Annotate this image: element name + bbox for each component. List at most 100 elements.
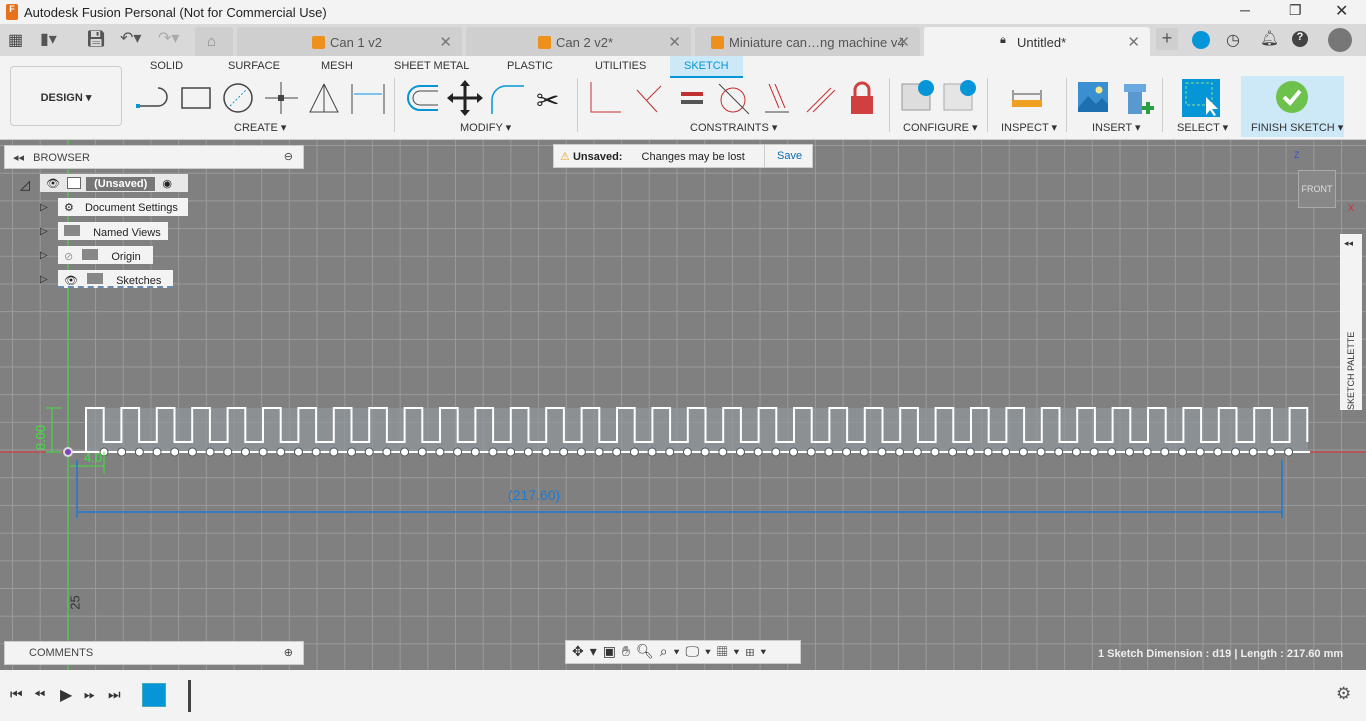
collapse-root-icon[interactable]: ◿ [20, 177, 30, 193]
close-tab-icon[interactable]: ✕ [668, 33, 681, 51]
browser-item-sketches[interactable]: 👁︎ Sketches [58, 270, 173, 288]
create-menu[interactable]: CREATE ▾ [234, 121, 286, 134]
play-icon[interactable]: ▶ [60, 685, 72, 705]
file-menu-icon[interactable]: ▮▾ [40, 29, 57, 49]
collinear-constraint-icon[interactable] [806, 87, 836, 113]
last-step-icon[interactable]: ⏭ [108, 686, 121, 703]
move-tool-icon[interactable] [447, 80, 483, 116]
minimize-button[interactable]: ─ [1240, 2, 1250, 18]
visibility-eye-icon[interactable]: 👁︎ [46, 178, 60, 190]
configure-table-icon[interactable] [901, 80, 934, 111]
timeline-settings-gear-icon[interactable]: ⚙ [1336, 684, 1351, 704]
browser-item-origin[interactable]: ⊘ Origin [58, 246, 153, 264]
dimension-width[interactable]: 4.0 [84, 450, 102, 465]
collapse-browser-icon[interactable]: ◂◂ [13, 152, 24, 164]
expand-icon[interactable]: ▷ [40, 250, 48, 261]
tab-can-1[interactable]: Can 1 v2 ✕ [237, 27, 462, 56]
workspace-switcher[interactable]: DESIGN ▾ [10, 66, 122, 126]
tab-mesh[interactable]: MESH [321, 60, 353, 72]
grid-settings-icon[interactable]: ▦▾ [717, 643, 746, 659]
inspect-menu[interactable]: INSPECT ▾ [1001, 121, 1057, 134]
select-menu[interactable]: SELECT ▾ [1177, 121, 1228, 134]
comments-panel[interactable]: COMMENTS ⊕ [4, 641, 304, 665]
browser-root[interactable]: 👁︎ (Unsaved) ◉ [40, 174, 188, 192]
expand-palette-icon[interactable]: ◂◂ [1344, 238, 1353, 249]
extensions-icon[interactable] [1192, 31, 1210, 49]
coincident-constraint-icon[interactable] [590, 82, 621, 113]
pan-hand-icon[interactable]: ✋︎ [622, 643, 636, 659]
perpendicular-constraint-icon[interactable] [636, 85, 662, 113]
tab-solid[interactable]: SOLID [150, 60, 183, 72]
tab-utilities[interactable]: UTILITIES [595, 60, 646, 72]
tab-can-2[interactable]: Can 2 v2* ✕ [466, 27, 691, 56]
activate-radio-icon[interactable]: ◉ [162, 178, 172, 190]
zoom-icon[interactable]: 🔍︎ [636, 643, 660, 659]
constraints-menu[interactable]: CONSTRAINTS ▾ [690, 121, 777, 134]
new-tab-button[interactable]: + [1156, 28, 1178, 50]
save-link[interactable]: Save [764, 145, 814, 167]
orbit-icon[interactable]: ✥▾ [572, 643, 603, 659]
offset-tool-icon[interactable] [407, 85, 438, 111]
close-tab-icon[interactable]: ✕ [897, 33, 910, 51]
redo-icon[interactable]: ↷▾ [158, 28, 179, 48]
insert-mcmaster-bolt-icon[interactable] [1124, 84, 1154, 114]
configure-menu[interactable]: CONFIGURE ▾ [903, 121, 978, 134]
maximize-button[interactable]: ❐ [1289, 2, 1302, 19]
visibility-eye-icon[interactable]: 👁︎ [64, 275, 78, 287]
lock-constraint-icon[interactable] [851, 81, 873, 114]
tab-sheet-metal[interactable]: SHEET METAL [394, 60, 469, 72]
dimension-length[interactable]: (217.60) [508, 487, 560, 503]
expand-icon[interactable]: ▷ [40, 202, 48, 213]
dimension-height[interactable]: 8.00 [33, 425, 48, 450]
notifications-icon[interactable]: 🔔︎ [1260, 29, 1279, 47]
tab-plastic[interactable]: PLASTIC [507, 60, 553, 72]
tab-untitled[interactable]: 🔒︎ Untitled* ✕ [924, 27, 1150, 56]
viewports-icon[interactable]: ⊞▾ [745, 643, 772, 659]
help-icon[interactable]: ? [1292, 31, 1308, 47]
insert-menu[interactable]: INSERT ▾ [1092, 121, 1141, 134]
browser-minimize-icon[interactable]: ⊖ [284, 150, 293, 163]
timeline-marker[interactable] [188, 680, 191, 712]
tab-sketch[interactable]: SKETCH [670, 56, 743, 78]
select-tool-icon[interactable] [1182, 79, 1220, 117]
tangent-constraint-icon[interactable] [718, 83, 750, 115]
modify-menu[interactable]: MODIFY ▾ [460, 121, 511, 134]
sketch-palette-tab[interactable]: ◂◂ SKETCH PALETTE [1340, 234, 1362, 410]
expand-icon[interactable]: ▷ [40, 274, 48, 285]
next-step-icon[interactable]: ⏩︎ [84, 686, 95, 703]
expand-icon[interactable]: ▷ [40, 226, 48, 237]
previous-step-icon[interactable]: ⏪︎ [34, 686, 45, 703]
hidden-eye-icon[interactable]: ⊘ [64, 251, 73, 263]
browser-item-document-settings[interactable]: ⚙ Document Settings [58, 198, 188, 216]
equal-constraint-icon[interactable] [681, 92, 703, 104]
dimension-tool-icon[interactable] [351, 84, 385, 114]
sketch-canvas[interactable]: ◂◂ BROWSER ⊖ ◿ 👁︎ (Unsaved) ◉ ▷ ⚙ Docume… [0, 140, 1366, 670]
timeline-sketch-item[interactable] [142, 683, 166, 707]
home-tab[interactable]: ⌂ [195, 27, 233, 56]
line-tool-icon[interactable] [136, 87, 168, 108]
first-step-icon[interactable]: ⏮ [10, 686, 23, 703]
finish-sketch-button[interactable]: FINISH SKETCH ▾ [1241, 76, 1344, 137]
user-avatar[interactable] [1328, 28, 1352, 52]
tab-surface[interactable]: SURFACE [228, 60, 280, 72]
parallel-constraint-icon[interactable] [765, 83, 789, 113]
close-tab-icon[interactable]: ✕ [1127, 33, 1140, 51]
tab-miniature-can[interactable]: Miniature can…ng machine v4 ✕ [695, 27, 920, 56]
configure-rule-icon[interactable] [943, 80, 976, 111]
undo-icon[interactable]: ↶▾ [120, 28, 141, 48]
measure-ruler-icon[interactable] [1010, 86, 1044, 110]
save-icon[interactable]: 💾︎ [86, 29, 106, 49]
browser-item-named-views[interactable]: Named Views [58, 222, 168, 240]
fillet-tool-icon[interactable] [491, 85, 524, 114]
add-comment-icon[interactable]: ⊕ [284, 646, 293, 659]
apps-grid-icon[interactable]: ▦ [8, 30, 23, 50]
insert-image-icon[interactable] [1078, 82, 1108, 112]
look-at-icon[interactable]: ▣ [603, 643, 622, 659]
close-button[interactable]: ✕ [1335, 1, 1348, 21]
close-tab-icon[interactable]: ✕ [439, 33, 452, 51]
triangle-tool-icon[interactable] [309, 83, 339, 113]
zoom-window-icon[interactable]: ⌕▾ [660, 643, 686, 659]
job-status-icon[interactable]: ◷ [1226, 30, 1240, 50]
point-tool-icon[interactable] [265, 82, 298, 114]
rectangle-tool-icon[interactable] [181, 87, 211, 109]
